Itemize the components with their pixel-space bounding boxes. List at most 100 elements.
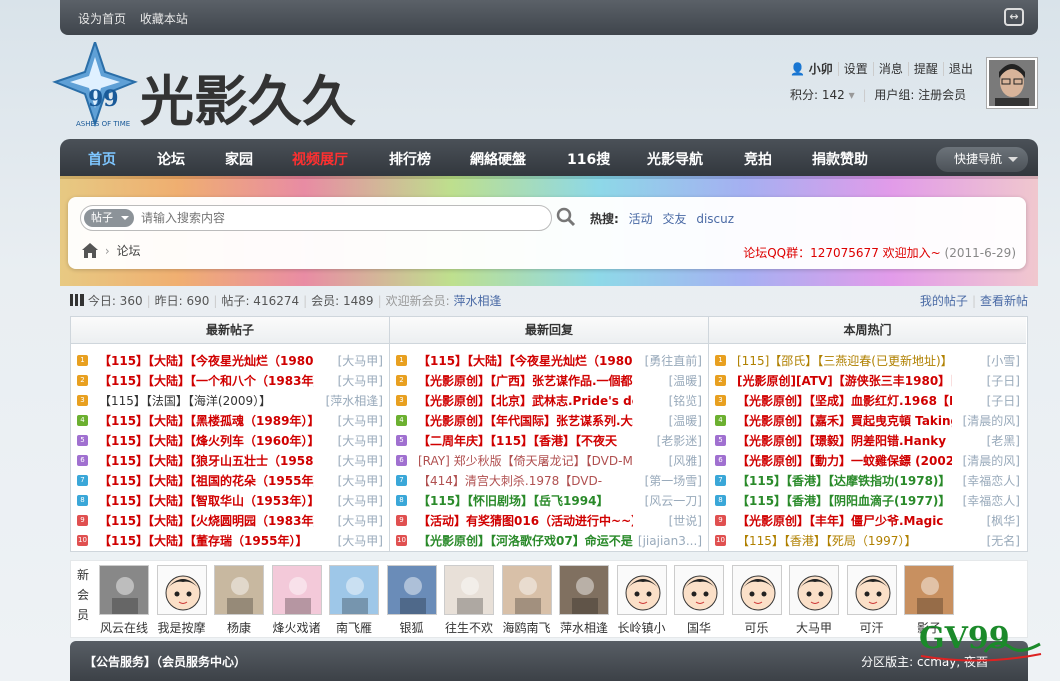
new-posts-link[interactable]: 查看新帖 (980, 294, 1028, 308)
width-toggle-icon[interactable]: ↔ (1004, 8, 1024, 26)
author-link[interactable]: [大马甲] (335, 431, 383, 451)
thread-link[interactable]: [115]【邵氏】【三燕迎春(已更新地址)】 (737, 351, 952, 371)
user-avatar[interactable] (986, 57, 1038, 109)
thread-link[interactable]: 【115】【怀旧剧场】【岳飞1994】 (418, 491, 608, 511)
thread-link[interactable]: 【115】【大陆】【祖国的花朵（1955年）】 (99, 471, 314, 491)
messages-link[interactable]: 消息 (872, 62, 908, 76)
nav-guide[interactable]: 光影导航 (647, 149, 703, 169)
author-link[interactable]: [子日] (984, 371, 1020, 391)
author-link[interactable]: [温暖] (666, 371, 702, 391)
avatar[interactable] (846, 565, 897, 615)
thread-link[interactable]: [RAY] 郑少秋版【倚天屠龙记】【DVD-MKV终 (418, 451, 633, 471)
member-name[interactable]: 我是按摩 (156, 619, 208, 636)
author-link[interactable]: [小雪] (984, 351, 1020, 371)
qq-group-notice[interactable]: 论坛QQ群：127075677 欢迎加入~ (2011-6-29) (743, 244, 1016, 261)
member-item[interactable]: 银狐 (386, 565, 438, 636)
author-link[interactable]: [大马甲] (335, 451, 383, 471)
thread-link[interactable]: 【115】【大陆】【董存瑞（1955年）】 (99, 531, 307, 551)
avatar[interactable] (616, 565, 667, 615)
member-name[interactable]: 可汗 (846, 619, 898, 636)
member-item[interactable]: 南飞雁 (328, 565, 380, 636)
bookmark-link[interactable]: 收藏本站 (140, 12, 188, 26)
member-name[interactable]: 烽火戏诸 (271, 619, 323, 636)
member-item[interactable]: 可汗 (846, 565, 898, 636)
nav-auction[interactable]: 竞拍 (744, 149, 772, 169)
avatar[interactable] (904, 565, 954, 615)
author-link[interactable]: [大马甲] (335, 491, 383, 511)
thread-link[interactable]: 【光影原创】【坚成】血影红灯.1968【D- (737, 391, 952, 411)
member-item[interactable]: 海鸥南飞 (501, 565, 553, 636)
thread-link[interactable]: 【115】【大陆】【烽火列车（1960年）】 (99, 431, 314, 451)
member-item[interactable]: 可乐 (731, 565, 783, 636)
author-link[interactable]: [老影迷] (654, 431, 702, 451)
thread-link[interactable]: [光影原创][ATV]【游侠张三丰1980】【DVD- (737, 371, 952, 391)
my-posts-link[interactable]: 我的帖子 (920, 294, 968, 308)
author-link[interactable]: [幸福恋人] (960, 491, 1020, 511)
search-type-select[interactable]: 帖子 (84, 209, 134, 227)
author-link[interactable]: [大马甲] (335, 371, 383, 391)
nav-forum[interactable]: 论坛 (157, 149, 185, 169)
member-item[interactable]: 长岭镇小 (616, 565, 668, 636)
hot-search-item[interactable]: 活动 (629, 212, 653, 226)
avatar[interactable] (674, 565, 724, 615)
points[interactable]: 积分: 142 (790, 88, 845, 102)
member-item[interactable]: 杨康 (213, 565, 265, 636)
author-link[interactable]: [jiajian3...] (635, 531, 702, 551)
member-name[interactable]: 大马甲 (788, 619, 840, 636)
thread-link[interactable]: 【光影原创】【嘉禾】買起曳克頓 Taking (737, 411, 952, 431)
thread-link[interactable]: 【光影原创】【丰年】僵尸少爷.Magic (737, 511, 943, 531)
avatar[interactable] (214, 565, 264, 615)
author-link[interactable]: [勇往直前] (642, 351, 702, 371)
settings-link[interactable]: 设置 (837, 62, 873, 76)
member-name[interactable]: 可乐 (731, 619, 783, 636)
avatar[interactable] (271, 565, 322, 615)
thread-link[interactable]: 【二周年庆】【115】【香港】【不夜天 (418, 431, 617, 451)
thread-link[interactable]: 【115】【大陆】【今夜星光灿烂（1980 (99, 351, 313, 371)
author-link[interactable]: [大马甲] (335, 531, 383, 551)
avatar[interactable] (329, 565, 379, 615)
member-item[interactable]: 往生不欢 (443, 565, 495, 636)
author-link[interactable]: [子日] (984, 391, 1020, 411)
thread-link[interactable]: 【光影原创】【河洛歌仔戏07】命运不是天 (418, 531, 633, 551)
member-name[interactable]: 国华 (673, 619, 725, 636)
site-logo[interactable]: 99 ASHES OF TIME 光影久久 (50, 38, 390, 133)
search-input[interactable] (141, 209, 541, 227)
thread-link[interactable]: 【115】【大陆】【黑楼孤魂（1989年）】 (99, 411, 314, 431)
thread-link[interactable]: 【115】【香港】【死局（1997）】 (737, 531, 916, 551)
author-link[interactable]: [萍水相逢] (323, 391, 383, 411)
thread-link[interactable]: 【光影原创】【广西】张艺谋作品.一個都不能 (418, 371, 633, 391)
thread-link[interactable]: 【115】【大陆】【火烧圆明园（1983年）】 (99, 511, 314, 531)
search-icon[interactable] (556, 207, 576, 227)
member-item[interactable]: 风云在线 (98, 565, 150, 636)
nav-home[interactable]: 首页 (88, 149, 116, 169)
member-name[interactable]: 海鸥南飞 (501, 619, 553, 636)
thread-link[interactable]: 【115】【大陆】【狼牙山五壮士（1958 (99, 451, 313, 471)
user-name[interactable]: 👤 小卯 (790, 62, 838, 76)
nav-netdisk[interactable]: 網絡硬盤 (470, 149, 526, 169)
author-link[interactable]: [风云一刀] (642, 491, 702, 511)
nav-116-search[interactable]: 116搜 (567, 149, 610, 169)
thread-link[interactable]: 【414】清宫大刺杀.1978【DVD- (418, 471, 602, 491)
member-name[interactable]: 风云在线 (98, 619, 150, 636)
member-name[interactable]: 杨康 (213, 619, 265, 636)
member-item[interactable]: 国华 (673, 565, 725, 636)
author-link[interactable]: [风雅] (666, 451, 702, 471)
thread-link[interactable]: 【115】【大陆】【智取华山（1953年）】 (99, 491, 314, 511)
member-name[interactable]: 萍水相逢 (558, 619, 610, 636)
notice-title[interactable]: 【公告服务】（会员服务中心） (84, 653, 246, 670)
author-link[interactable]: [大马甲] (335, 411, 383, 431)
avatar[interactable] (559, 565, 609, 615)
member-item[interactable]: 大马甲 (788, 565, 840, 636)
alerts-link[interactable]: 提醒 (907, 62, 943, 76)
home-icon[interactable] (82, 243, 98, 261)
author-link[interactable]: [大马甲] (335, 351, 383, 371)
author-link[interactable]: [清晨的风] (960, 451, 1020, 471)
hot-search-item[interactable]: discuz (696, 212, 734, 226)
set-home-link[interactable]: 设为首页 (78, 12, 126, 26)
nav-video-hall[interactable]: 视频展厅 (292, 149, 348, 169)
thread-link[interactable]: 【光影原创】【璟毅】阴差阳错.Hanky (737, 431, 946, 451)
thread-link[interactable]: 【活动】有奖猜图016（活动进行中~~） (418, 511, 633, 531)
breadcrumb-forum[interactable]: 论坛 (116, 244, 140, 258)
nav-donate[interactable]: 捐款赞助 (812, 149, 868, 169)
author-link[interactable]: [温暖] (666, 411, 702, 431)
